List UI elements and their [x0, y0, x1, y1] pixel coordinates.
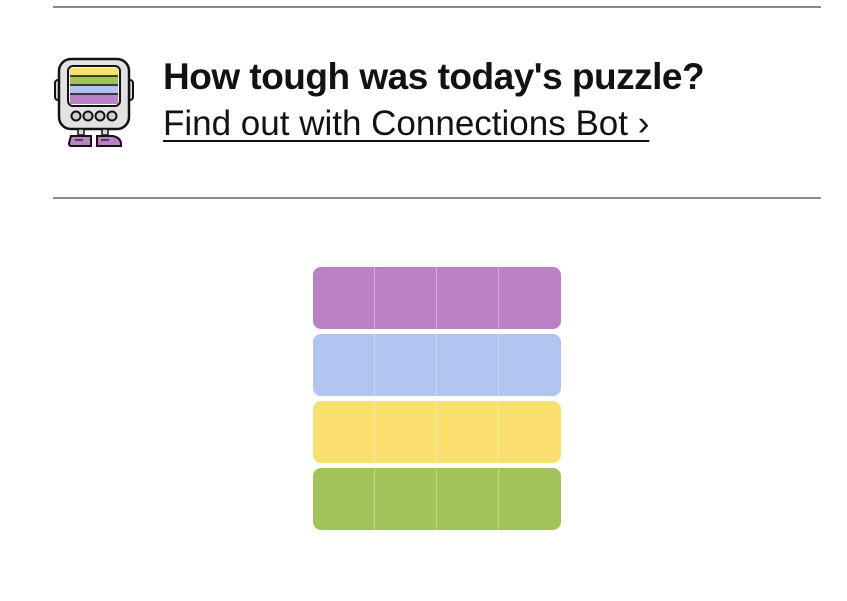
result-tile-green — [437, 468, 499, 530]
promo-text: How tough was today's puzzle? Find out w… — [163, 56, 705, 144]
result-tile-blue — [313, 334, 375, 396]
result-tile-purple — [499, 267, 561, 329]
result-tile-yellow — [499, 401, 561, 463]
result-tile-yellow — [375, 401, 437, 463]
result-tile-purple — [313, 267, 375, 329]
result-tile-blue — [437, 334, 499, 396]
result-tile-purple — [375, 267, 437, 329]
result-tile-green — [499, 468, 561, 530]
result-tile-blue — [499, 334, 561, 396]
result-tile-purple — [437, 267, 499, 329]
divider-bottom — [53, 197, 821, 199]
result-tile-yellow — [437, 401, 499, 463]
result-tile-yellow — [313, 401, 375, 463]
connections-bot-icon — [54, 57, 134, 147]
divider-top — [53, 6, 821, 8]
result-tile-blue — [375, 334, 437, 396]
result-grid — [313, 267, 561, 531]
connections-bot-promo: How tough was today's puzzle? Find out w… — [53, 56, 821, 156]
promo-headline: How tough was today's puzzle? — [163, 56, 705, 97]
connections-bot-link[interactable]: Find out with Connections Bot › — [163, 104, 649, 144]
result-tile-green — [375, 468, 437, 530]
result-tile-green — [313, 468, 375, 530]
